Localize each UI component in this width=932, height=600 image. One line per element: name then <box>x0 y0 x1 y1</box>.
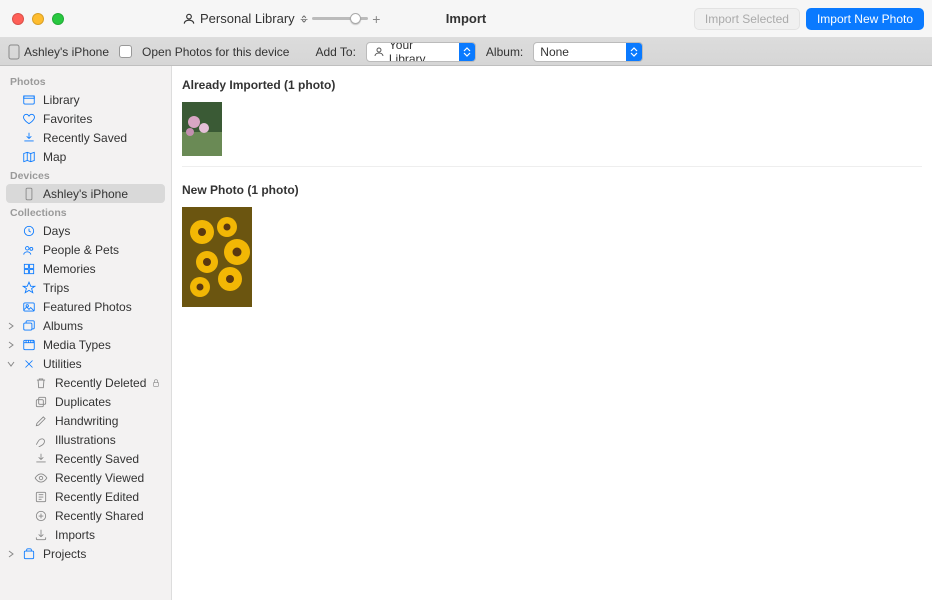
section-divider <box>182 166 922 167</box>
pencil-icon <box>34 414 48 428</box>
zoom-slider[interactable]: − + <box>300 11 380 27</box>
sidebar-item-recently-deleted[interactable]: Recently Deleted <box>0 373 171 392</box>
add-to-label: Add To: <box>315 45 355 59</box>
sidebar-item-projects[interactable]: Projects <box>0 544 171 563</box>
phone-icon <box>22 187 36 201</box>
already-imported-section: Already Imported (1 photo) <box>172 66 932 162</box>
open-photos-label: Open Photos for this device <box>142 45 289 59</box>
sidebar-item-imports[interactable]: Imports <box>0 525 171 544</box>
device-name: Ashley's iPhone <box>8 44 109 60</box>
trips-icon <box>22 281 36 295</box>
sidebar-item-ashleys-iphone[interactable]: Ashley's iPhone <box>6 184 165 203</box>
content-area: Already Imported (1 photo) New Photo (1 … <box>172 66 932 600</box>
slider-thumb[interactable] <box>350 13 361 24</box>
popup-arrows-icon <box>626 43 642 61</box>
sidebar-item-trips[interactable]: Trips <box>0 278 171 297</box>
zoom-minus-icon[interactable]: − <box>300 11 308 27</box>
people-icon <box>22 243 36 257</box>
titlebar: Personal Library − + Import Import Selec… <box>0 0 932 38</box>
album-label: Album: <box>486 45 523 59</box>
toolbar-right: Import Selected Import New Photo <box>694 8 924 30</box>
sidebar-item-recently-shared[interactable]: Recently Shared <box>0 506 171 525</box>
slider-track[interactable] <box>312 17 368 20</box>
trash-icon <box>34 376 48 390</box>
duplicates-icon <box>34 395 48 409</box>
sidebar-item-map[interactable]: Map <box>0 147 171 166</box>
sidebar-item-illustrations[interactable]: Illustrations <box>0 430 171 449</box>
minimize-button[interactable] <box>32 13 44 25</box>
download-icon <box>34 452 48 466</box>
lock-icon <box>151 378 161 388</box>
close-button[interactable] <box>12 13 24 25</box>
sidebar-item-featured[interactable]: Featured Photos <box>0 297 171 316</box>
open-photos-checkbox[interactable] <box>119 45 132 58</box>
new-photo-section: New Photo (1 photo) <box>172 171 932 313</box>
library-dropdown[interactable]: Personal Library <box>182 11 309 26</box>
person-icon <box>373 46 385 58</box>
media-icon <box>22 338 36 352</box>
chevron-right-icon[interactable] <box>6 340 16 350</box>
phone-icon <box>8 44 20 60</box>
calendar-icon <box>22 224 36 238</box>
library-icon <box>22 93 36 107</box>
zoom-plus-icon[interactable]: + <box>372 11 380 27</box>
window-title: Import <box>446 11 486 26</box>
sidebar-item-duplicates[interactable]: Duplicates <box>0 392 171 411</box>
window-controls <box>0 13 64 25</box>
main: Photos Library Favorites Recently Saved … <box>0 66 932 600</box>
sidebar-item-recently-viewed[interactable]: Recently Viewed <box>0 468 171 487</box>
sidebar: Photos Library Favorites Recently Saved … <box>0 66 172 600</box>
map-icon <box>22 150 36 164</box>
chevron-right-icon[interactable] <box>6 321 16 331</box>
popup-arrows-icon <box>459 43 475 61</box>
already-imported-title: Already Imported (1 photo) <box>182 78 922 92</box>
featured-icon <box>22 300 36 314</box>
eye-icon <box>34 471 48 485</box>
maximize-button[interactable] <box>52 13 64 25</box>
section-photos: Photos <box>0 72 171 90</box>
sidebar-item-recently-edited[interactable]: Recently Edited <box>0 487 171 506</box>
edit-icon <box>34 490 48 504</box>
import-new-button[interactable]: Import New Photo <box>806 8 924 30</box>
import-selected-button: Import Selected <box>694 8 800 30</box>
sidebar-item-media-types[interactable]: Media Types <box>0 335 171 354</box>
download-icon <box>22 131 36 145</box>
illustration-icon <box>34 433 48 447</box>
albums-icon <box>22 319 36 333</box>
sidebar-item-library[interactable]: Library <box>0 90 171 109</box>
heart-icon <box>22 112 36 126</box>
memories-icon <box>22 262 36 276</box>
new-photo-title: New Photo (1 photo) <box>182 183 922 197</box>
import-icon <box>34 528 48 542</box>
library-label: Personal Library <box>200 11 295 26</box>
sidebar-item-memories[interactable]: Memories <box>0 259 171 278</box>
sidebar-item-days[interactable]: Days <box>0 221 171 240</box>
section-collections: Collections <box>0 203 171 221</box>
sidebar-item-albums[interactable]: Albums <box>0 316 171 335</box>
chevron-right-icon[interactable] <box>6 549 16 559</box>
add-to-popup[interactable]: Your Library <box>366 42 476 62</box>
sidebar-item-recently-saved[interactable]: Recently Saved <box>0 128 171 147</box>
import-subbar: Ashley's iPhone Open Photos for this dev… <box>0 38 932 66</box>
sidebar-item-recently-saved2[interactable]: Recently Saved <box>0 449 171 468</box>
person-icon <box>182 12 196 26</box>
photo-thumbnail[interactable] <box>182 207 252 307</box>
album-popup[interactable]: None <box>533 42 643 62</box>
projects-icon <box>22 547 36 561</box>
sidebar-item-utilities[interactable]: Utilities <box>0 354 171 373</box>
chevron-down-icon[interactable] <box>6 359 16 369</box>
section-devices: Devices <box>0 166 171 184</box>
sidebar-item-favorites[interactable]: Favorites <box>0 109 171 128</box>
utilities-icon <box>22 357 36 371</box>
sidebar-item-people-pets[interactable]: People & Pets <box>0 240 171 259</box>
photo-thumbnail[interactable] <box>182 102 222 156</box>
sidebar-item-handwriting[interactable]: Handwriting <box>0 411 171 430</box>
share-icon <box>34 509 48 523</box>
